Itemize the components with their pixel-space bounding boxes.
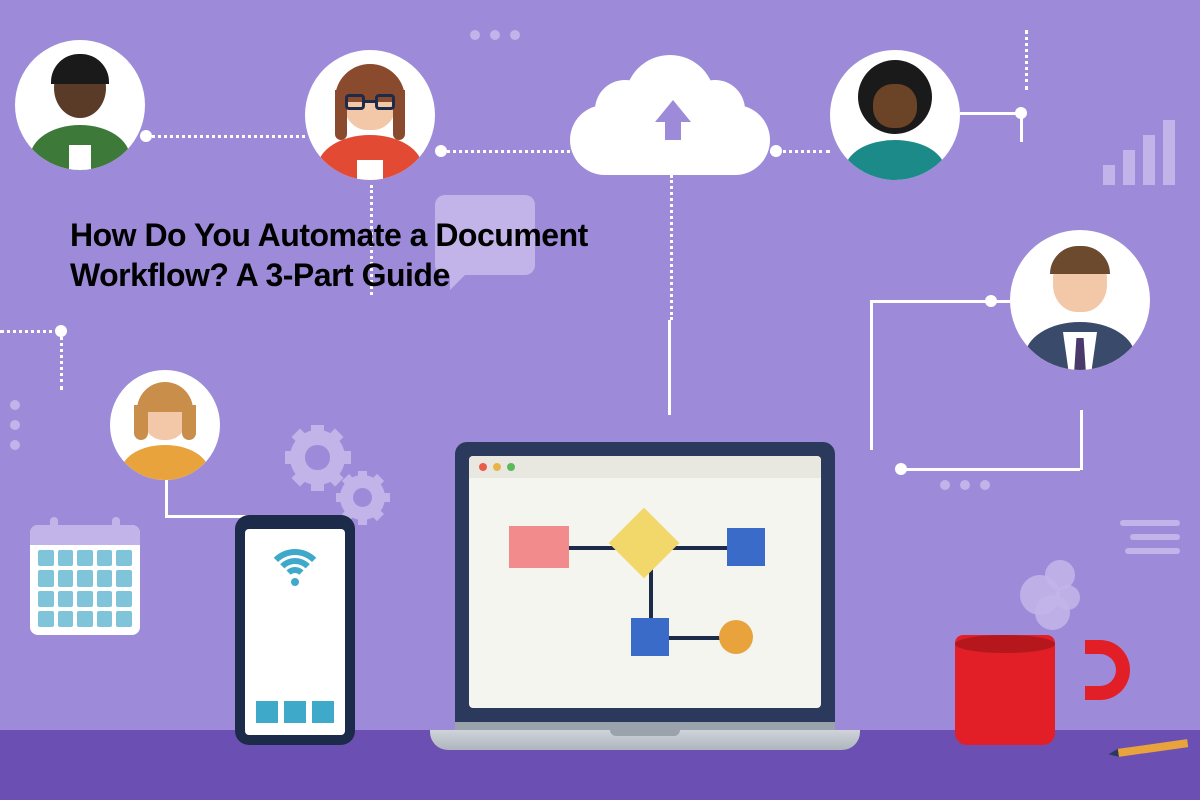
app-tile [284,701,306,723]
calendar-icon [30,525,140,635]
connector-line [870,300,873,450]
coffee-mug-icon [1005,615,1125,745]
connector-node [1015,107,1027,119]
connector-line [668,320,671,415]
flow-rect-pink [509,526,569,568]
app-tile [256,701,278,723]
bar-chart-icon [1103,120,1175,185]
decorative-dots [10,400,20,450]
connector-line [960,112,1020,115]
avatar-person-5 [110,370,220,480]
connector-node [985,295,997,307]
avatar-person-1 [15,40,145,170]
avatar-person-3 [830,50,960,180]
article-title: How Do You Automate a Document Workflow?… [70,215,690,295]
connector-line [900,468,1080,471]
window-minimize-dot [493,463,501,471]
steam-icon [1015,560,1095,630]
flowchart-diagram [469,478,821,708]
avatar-person-2 [305,50,435,180]
connector-line [0,330,60,333]
connector-line [440,150,570,153]
flow-diamond-yellow [609,508,680,579]
window-maximize-dot [507,463,515,471]
connector-line [1080,410,1083,470]
connector-line [145,135,305,138]
connector-line [165,480,168,515]
smartphone-icon [235,515,355,745]
connector-line [60,330,63,390]
flow-rect-blue-small [631,618,669,656]
connector-node [55,325,67,337]
gear-icon [290,430,345,485]
flow-circle-orange [719,620,753,654]
connector-node [895,463,907,475]
flow-rect-blue [727,528,765,566]
cloud-upload-icon [570,55,770,175]
gear-icon [340,475,385,520]
connector-line [870,300,990,303]
connector-node [770,145,782,157]
connector-line [1025,30,1028,90]
wifi-icon [265,549,325,594]
connector-node [435,145,447,157]
window-close-dot [479,463,487,471]
laptop-icon [430,442,860,750]
speed-lines-icon [1120,520,1180,562]
window-titlebar [469,456,821,478]
decorative-dots [470,30,520,40]
app-tile [312,701,334,723]
avatar-person-4 [1010,230,1150,370]
decorative-dots [940,480,990,490]
